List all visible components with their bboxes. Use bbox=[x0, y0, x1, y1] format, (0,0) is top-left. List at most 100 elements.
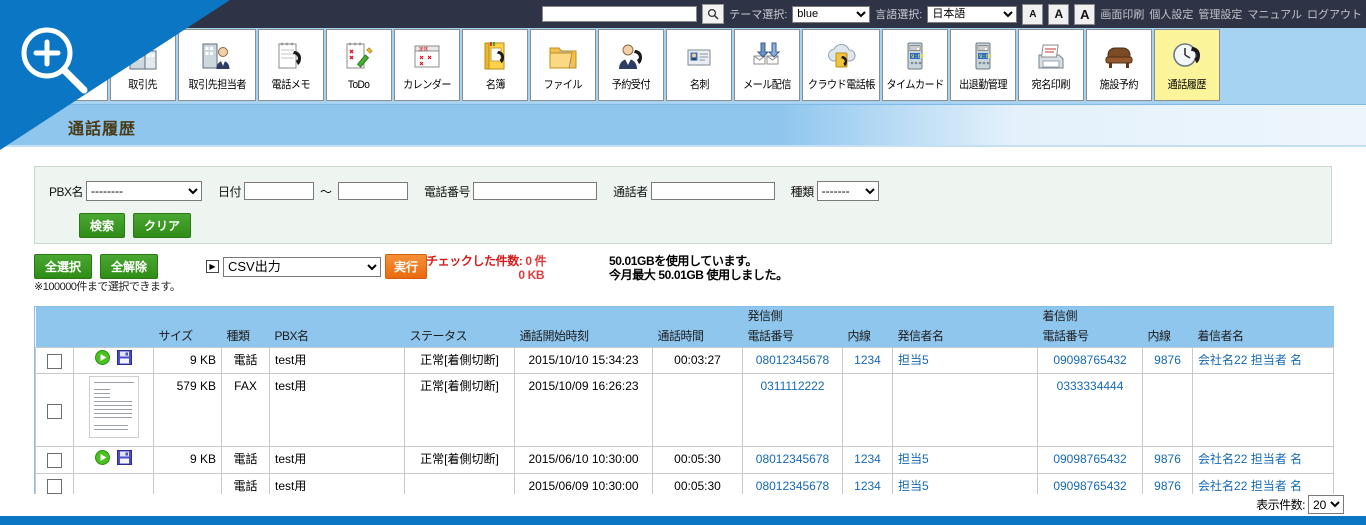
cell-to-name-link[interactable]: 会社名22 担当者 名 bbox=[1198, 353, 1302, 367]
cell-status: 正常[着側切断] bbox=[405, 447, 515, 473]
cell-status-text: 正常[着側切断] bbox=[420, 379, 499, 393]
search-icon[interactable] bbox=[702, 4, 724, 24]
date-to-input[interactable] bbox=[338, 182, 408, 200]
nav-item-folder[interactable]: ファイル bbox=[530, 29, 596, 101]
header-duration: 通話時間 bbox=[653, 325, 743, 348]
cell-from-name-link[interactable]: 担当5 bbox=[898, 452, 929, 466]
table-header: 発信側 着信側 サイズ 種類 PBX名 ステータス 通話開始時刻 通話時間 電話… bbox=[36, 307, 1334, 348]
storage-usage-current: 50.01GBを使用しています。 bbox=[609, 254, 788, 268]
company-person-icon bbox=[200, 30, 234, 79]
nav-item-calendar[interactable]: 定休カレンダー bbox=[394, 29, 460, 101]
cell-to-name-link[interactable]: 会社名22 担当者 名 bbox=[1198, 479, 1302, 493]
cell-pbx-name: test用 bbox=[270, 348, 405, 374]
language-select[interactable]: 日本語 bbox=[927, 6, 1017, 23]
cell-duration-text: 00:05:30 bbox=[674, 452, 721, 466]
type-select[interactable]: ------- bbox=[817, 181, 879, 201]
cell-from-name: 担当5 bbox=[893, 348, 1038, 374]
bottom-blue-bar bbox=[0, 516, 1366, 525]
nav-item-attendance[interactable]: 9:00出退勤管理 bbox=[950, 29, 1016, 101]
nav-item-label: メール配信 bbox=[743, 79, 791, 91]
cell-to-name: 会社名22 担当者 名 bbox=[1193, 447, 1334, 473]
nav-item-timecard[interactable]: 9:00タイムカード bbox=[882, 29, 948, 101]
row-checkbox[interactable] bbox=[47, 404, 62, 419]
row-checkbox[interactable] bbox=[47, 453, 62, 468]
nav-item-facility-booking[interactable]: 施設予約 bbox=[1086, 29, 1152, 101]
nav-item-address-print[interactable]: 宛名印刷 bbox=[1018, 29, 1084, 101]
header-link-personal-settings[interactable]: 個人設定 bbox=[1149, 6, 1193, 22]
theme-select[interactable]: blue bbox=[792, 6, 870, 23]
pbx-name-select[interactable]: -------- bbox=[86, 181, 202, 201]
phone-number-input[interactable] bbox=[473, 182, 597, 200]
cell-to-number-link[interactable]: 09098765432 bbox=[1053, 452, 1126, 466]
cell-from-name-link[interactable]: 担当5 bbox=[898, 353, 929, 367]
header-to-extension: 内線 bbox=[1143, 325, 1193, 348]
svg-text:9:00: 9:00 bbox=[979, 54, 992, 60]
cell-to-number-link[interactable]: 0333334444 bbox=[1057, 379, 1124, 393]
deselect-all-button[interactable]: 全解除 bbox=[100, 254, 158, 279]
cell-to-extension-link[interactable]: 9876 bbox=[1154, 479, 1181, 493]
execute-button[interactable]: 実行 bbox=[385, 254, 427, 279]
header-link-print[interactable]: 画面印刷 bbox=[1100, 6, 1144, 22]
cell-from-number-link[interactable]: 08012345678 bbox=[756, 452, 829, 466]
cell-from-extension: 1234 bbox=[843, 348, 893, 374]
phone-memo-icon bbox=[274, 30, 308, 79]
select-all-button[interactable]: 全選択 bbox=[34, 254, 92, 279]
cell-from-extension-link[interactable]: 1234 bbox=[854, 353, 881, 367]
export-format-select[interactable]: CSV出力 bbox=[223, 257, 381, 277]
font-size-large-button[interactable]: A bbox=[1074, 4, 1095, 25]
cell-to-extension-link[interactable]: 9876 bbox=[1154, 353, 1181, 367]
cell-from-extension-link[interactable]: 1234 bbox=[854, 479, 881, 493]
nav-item-cloud-phonebook[interactable]: クラウド電話帳 bbox=[802, 29, 880, 101]
cell-to-number-link[interactable]: 09098765432 bbox=[1053, 353, 1126, 367]
cell-start-time-text: 2015/06/09 10:30:00 bbox=[528, 479, 638, 493]
cell-from-name-link[interactable]: 担当5 bbox=[898, 479, 929, 493]
search-button[interactable]: 検索 bbox=[79, 213, 125, 238]
font-size-medium-button[interactable]: A bbox=[1048, 4, 1069, 25]
timecard-icon: 9:00 bbox=[898, 30, 932, 79]
cell-from-extension-link[interactable]: 1234 bbox=[854, 452, 881, 466]
nav-item-company[interactable]: 取引先 bbox=[110, 29, 176, 101]
font-size-small-button[interactable]: A bbox=[1022, 4, 1043, 25]
storage-usage-monthly-max: 今月最大 50.01GB 使用しました。 bbox=[609, 268, 788, 282]
date-from-input[interactable] bbox=[244, 182, 314, 200]
header-size: サイズ bbox=[154, 325, 222, 348]
save-icon[interactable] bbox=[117, 350, 132, 371]
play-icon[interactable] bbox=[95, 350, 110, 371]
call-history-icon bbox=[1170, 30, 1204, 79]
save-icon[interactable] bbox=[117, 450, 132, 471]
cell-from-number-link[interactable]: 08012345678 bbox=[756, 353, 829, 367]
play-icon[interactable] bbox=[95, 450, 110, 471]
header-link-logout[interactable]: ログアウト bbox=[1307, 6, 1362, 22]
header-from-name: 発信者名 bbox=[893, 325, 1038, 348]
fax-thumbnail[interactable] bbox=[89, 376, 139, 438]
cell-size: 9 KB bbox=[154, 348, 222, 374]
call-history-table: 発信側 着信側 サイズ 種類 PBX名 ステータス 通話開始時刻 通話時間 電話… bbox=[35, 307, 1334, 499]
nav-item-company-person[interactable]: 取引先担当者 bbox=[178, 29, 256, 101]
row-checkbox[interactable] bbox=[47, 479, 62, 494]
nav-item-roster[interactable]: 名簿 bbox=[462, 29, 528, 101]
storage-usage-info: 50.01GBを使用しています。 今月最大 50.01GB 使用しました。 bbox=[609, 254, 788, 282]
cell-from-number-link[interactable]: 08012345678 bbox=[756, 479, 829, 493]
cell-to-number-link[interactable]: 09098765432 bbox=[1053, 479, 1126, 493]
row-checkbox-cell bbox=[36, 374, 74, 447]
nav-item-call-history[interactable]: 通話履歴 bbox=[1154, 29, 1220, 101]
svg-text:9:00: 9:00 bbox=[911, 54, 924, 60]
nav-item-reservation[interactable]: 予約受付 bbox=[598, 29, 664, 101]
cell-to-name-link[interactable]: 会社名22 担当者 名 bbox=[1198, 452, 1302, 466]
clear-button[interactable]: クリア bbox=[133, 213, 191, 238]
cell-to-extension-link[interactable]: 9876 bbox=[1154, 452, 1181, 466]
nav-item-business-card[interactable]: 名刺 bbox=[666, 29, 732, 101]
nav-item-mail-delivery[interactable]: メール配信 bbox=[734, 29, 800, 101]
row-media-cell bbox=[74, 348, 154, 374]
row-checkbox[interactable] bbox=[47, 354, 62, 369]
cell-from-number-link[interactable]: 0311112222 bbox=[760, 379, 824, 393]
caller-input[interactable] bbox=[651, 182, 775, 200]
global-search-input[interactable] bbox=[542, 6, 697, 22]
header-link-manual[interactable]: マニュアル bbox=[1247, 6, 1302, 22]
header-link-admin-settings[interactable]: 管理設定 bbox=[1198, 6, 1242, 22]
nav-item-label: 取引先担当者 bbox=[188, 79, 245, 91]
display-count-select[interactable]: 20 bbox=[1308, 495, 1344, 514]
nav-item-todo[interactable]: ToDo bbox=[326, 29, 392, 101]
language-select-label: 言語選択: bbox=[875, 6, 922, 22]
nav-item-phone-memo[interactable]: 電話メモ bbox=[258, 29, 324, 101]
